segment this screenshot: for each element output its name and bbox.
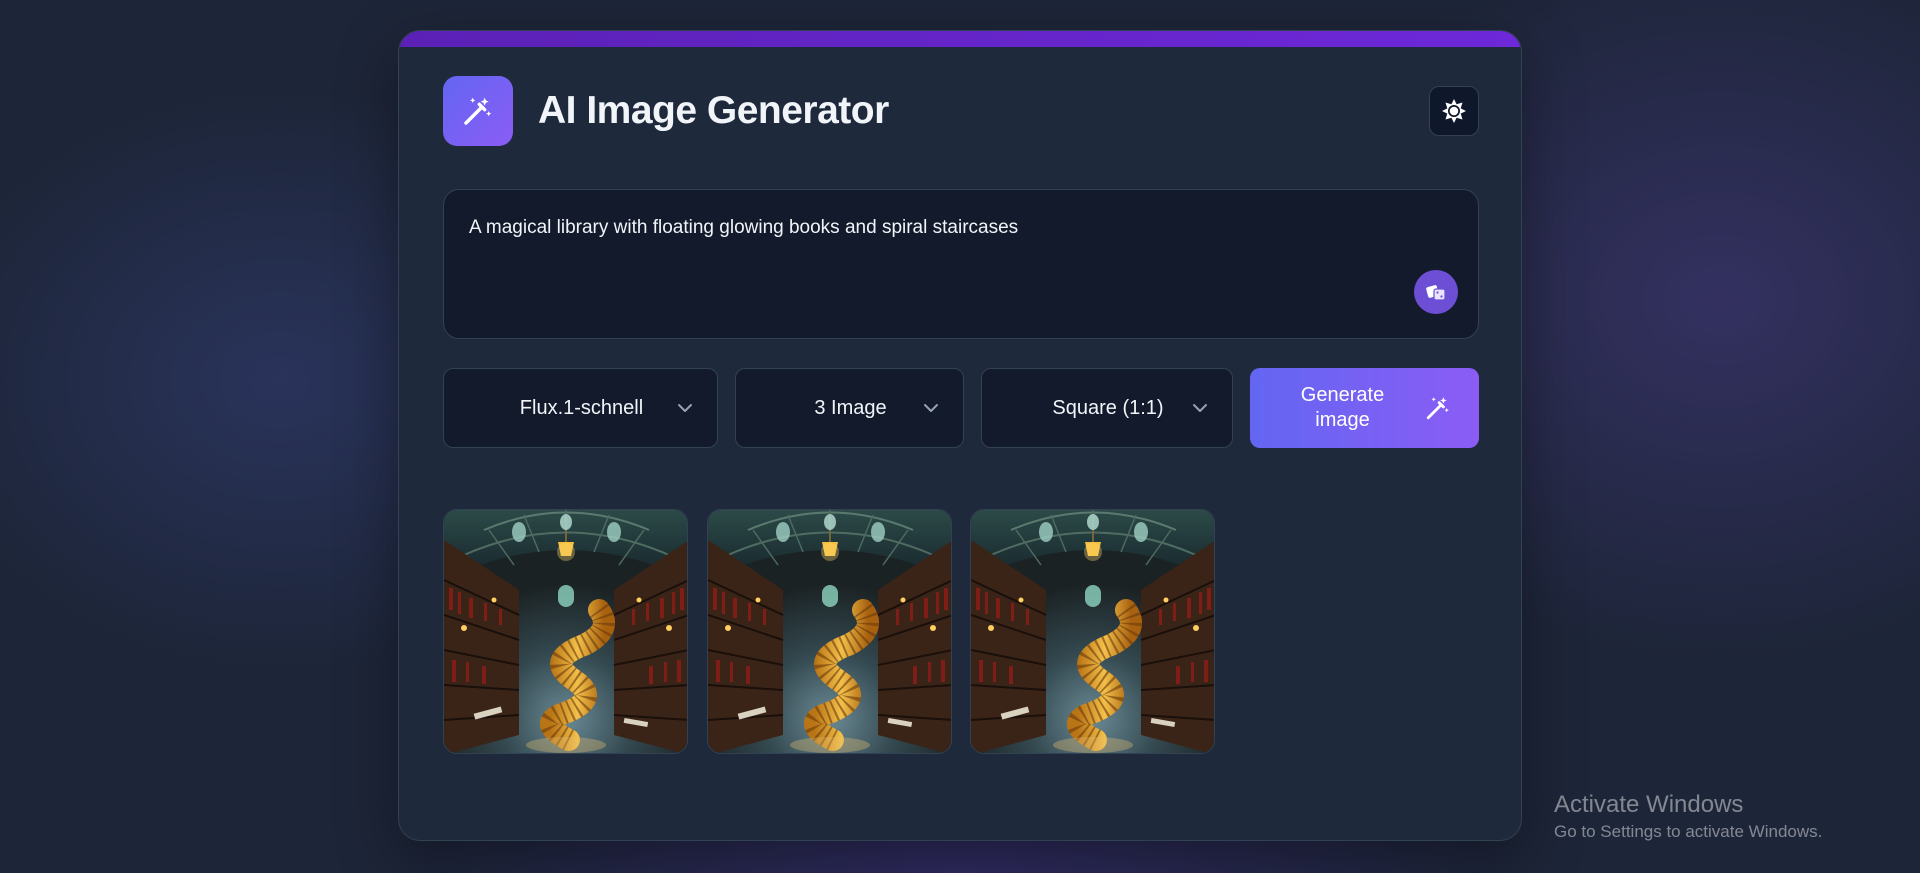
watermark-subtitle: Go to Settings to activate Windows. [1554, 822, 1823, 841]
generated-image-1[interactable] [443, 509, 688, 754]
magic-wand-icon [1425, 395, 1451, 421]
page-title: AI Image Generator [538, 89, 889, 132]
generate-button[interactable]: Generate image [1250, 368, 1479, 448]
model-select[interactable]: Flux.1-schnell [443, 368, 718, 448]
chevron-down-icon [1190, 398, 1210, 418]
aspect-ratio-select[interactable]: Square (1:1) [981, 368, 1233, 448]
library-image [444, 510, 688, 754]
chevron-down-icon [675, 398, 695, 418]
dice-icon [1426, 285, 1446, 301]
theme-toggle-button[interactable] [1429, 86, 1479, 136]
prompt-container [443, 189, 1479, 339]
magic-wand-icon [462, 95, 494, 127]
generator-card: AI Image Generator Flux.1-schnell 3 Imag… [398, 30, 1522, 841]
library-image [971, 510, 1215, 754]
watermark-title: Activate Windows [1554, 791, 1744, 818]
generated-image-2[interactable] [707, 509, 952, 754]
random-prompt-button[interactable] [1414, 270, 1458, 314]
image-count-select[interactable]: 3 Image [735, 368, 964, 448]
prompt-input[interactable] [469, 215, 1369, 241]
sun-icon [1442, 99, 1466, 123]
generate-button-label: Generate image [1300, 384, 1385, 431]
generated-image-3[interactable] [970, 509, 1215, 754]
card-accent-bar [399, 31, 1521, 47]
app-logo [443, 76, 513, 146]
chevron-down-icon [921, 398, 941, 418]
windows-activation-watermark: Activate Windows Go to Settings to activ… [1554, 790, 1822, 844]
library-image [708, 510, 952, 754]
